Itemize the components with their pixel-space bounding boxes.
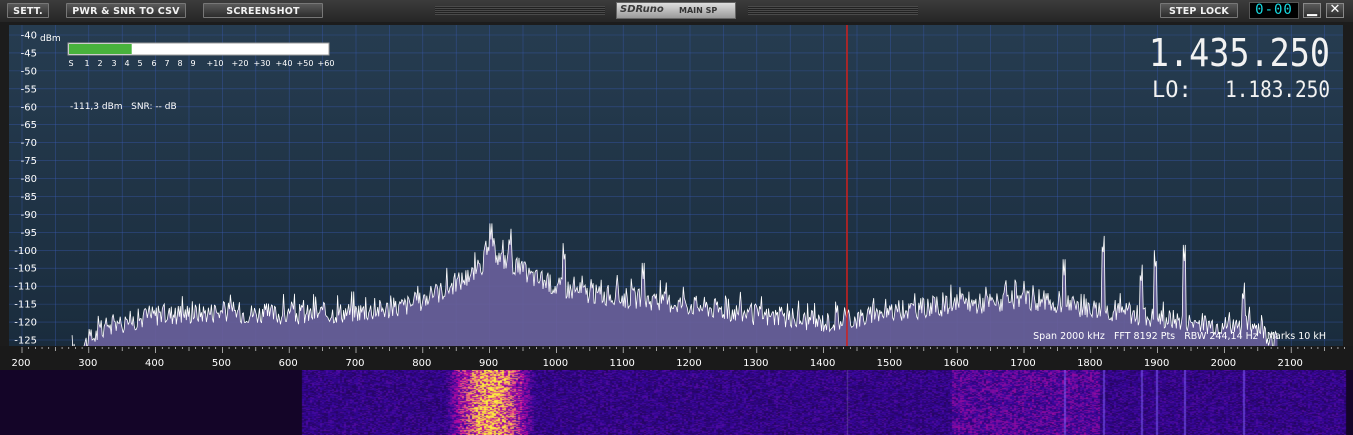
smeter-scale-label: 6 — [151, 59, 156, 68]
y-tick-label: -115 — [14, 300, 37, 311]
smeter-scale-label: +60 — [318, 59, 335, 68]
smeter-scale-label: S — [68, 59, 73, 68]
smeter-scale-label: 9 — [190, 59, 195, 68]
x-tick-label: 1700 — [1010, 358, 1035, 369]
close-icon[interactable]: ✕ — [1326, 3, 1344, 18]
smeter-scale-label: +40 — [276, 59, 293, 68]
smeter-scale-label: 3 — [111, 59, 116, 68]
x-tick-label: 1100 — [609, 358, 634, 369]
smeter-scale-label: 4 — [124, 59, 129, 68]
x-tick-label: 400 — [145, 358, 164, 369]
smeter-scale-label: +30 — [254, 59, 271, 68]
drag-grip-right[interactable] — [748, 6, 918, 15]
y-tick-label: -70 — [21, 138, 37, 149]
x-tick-label: 2100 — [1277, 358, 1302, 369]
title-bar: SETT. PWR & SNR TO CSV SCREENSHOT SDRuno… — [0, 0, 1353, 23]
status-line: Span 2000 kHz FFT 8192 Pts RBW 244,14 Hz… — [1033, 331, 1326, 342]
y-tick-label: -120 — [14, 318, 37, 329]
smeter-scale-label: 1 — [84, 59, 89, 68]
x-tick-label: 1400 — [810, 358, 835, 369]
smeter-unit-label: dBm — [40, 34, 61, 44]
smeter-scale-label: 7 — [164, 59, 169, 68]
frequency-display[interactable]: 1.435.250 — [1149, 32, 1330, 76]
y-tick-label: -40 — [21, 31, 37, 42]
window-name-label: MAIN SP — [679, 6, 718, 15]
smeter-scale-label: +50 — [297, 59, 314, 68]
x-tick-label: 900 — [479, 358, 498, 369]
x-tick-label: 600 — [279, 358, 298, 369]
x-tick-label: 1500 — [877, 358, 902, 369]
x-tick-label: 2000 — [1211, 358, 1236, 369]
spectrum-panel[interactable]: -40 -45 -50 -55 -60 -65 -70 -75 -80 -85 -90 -95 -100… — [0, 22, 1353, 370]
x-tick-label: 200 — [11, 358, 30, 369]
y-tick-label: -80 — [21, 174, 37, 185]
y-tick-label: -55 — [21, 84, 37, 95]
smeter-scale-label: 8 — [177, 59, 182, 68]
smeter-scale-label: +20 — [232, 59, 249, 68]
y-tick-label: -60 — [21, 102, 37, 113]
y-tick-label: -110 — [14, 282, 37, 293]
step-readout: 0-00 — [1249, 2, 1299, 19]
x-tick-label: 1000 — [543, 358, 568, 369]
x-tick-label: 1200 — [676, 358, 701, 369]
x-tick-label: 700 — [345, 358, 364, 369]
smeter-bar-fill — [69, 44, 132, 54]
y-tick-label: -85 — [21, 192, 37, 203]
smeter-scale-label: +10 — [207, 59, 224, 68]
smeter-scale-label: 2 — [97, 59, 102, 68]
logo-brand: SDRuno — [620, 4, 664, 15]
x-tick-label: 1900 — [1144, 358, 1169, 369]
minimize-icon[interactable]: ▁ — [1303, 3, 1321, 18]
y-tick-label: -90 — [21, 210, 37, 221]
x-tick-label: 800 — [412, 358, 431, 369]
x-tick-label: 1600 — [943, 358, 968, 369]
y-tick-label: -125 — [14, 336, 37, 347]
y-tick-label: -105 — [14, 264, 37, 275]
level-snr-readout: -111,3 dBm SNR: -- dB — [70, 102, 177, 112]
x-tick-label: 1800 — [1077, 358, 1102, 369]
y-tick-label: -95 — [21, 228, 37, 239]
x-tick-label: 1300 — [743, 358, 768, 369]
x-tick-label: 300 — [78, 358, 97, 369]
smeter-scale-label: 5 — [137, 59, 142, 68]
step-lock-button[interactable]: STEP LOCK — [1160, 3, 1238, 18]
screenshot-button[interactable]: SCREENSHOT — [203, 3, 323, 18]
y-tick-label: -65 — [21, 120, 37, 131]
pwr-snr-to-csv-button[interactable]: PWR & SNR TO CSV — [66, 3, 186, 18]
lo-label: LO: — [1152, 78, 1192, 103]
lo-frequency[interactable]: 1.183.250 — [1225, 77, 1330, 102]
y-tick-label: -75 — [21, 156, 37, 167]
sdruno-logo: SDRuno MAIN SP — [616, 2, 736, 19]
waterfall-display[interactable] — [0, 370, 1353, 435]
y-tick-label: -100 — [14, 246, 37, 257]
sett-button[interactable]: SETT. — [7, 3, 49, 18]
y-tick-label: -45 — [21, 48, 37, 59]
y-tick-label: -50 — [21, 66, 37, 77]
drag-grip-left[interactable] — [435, 6, 605, 15]
x-tick-label: 500 — [212, 358, 231, 369]
